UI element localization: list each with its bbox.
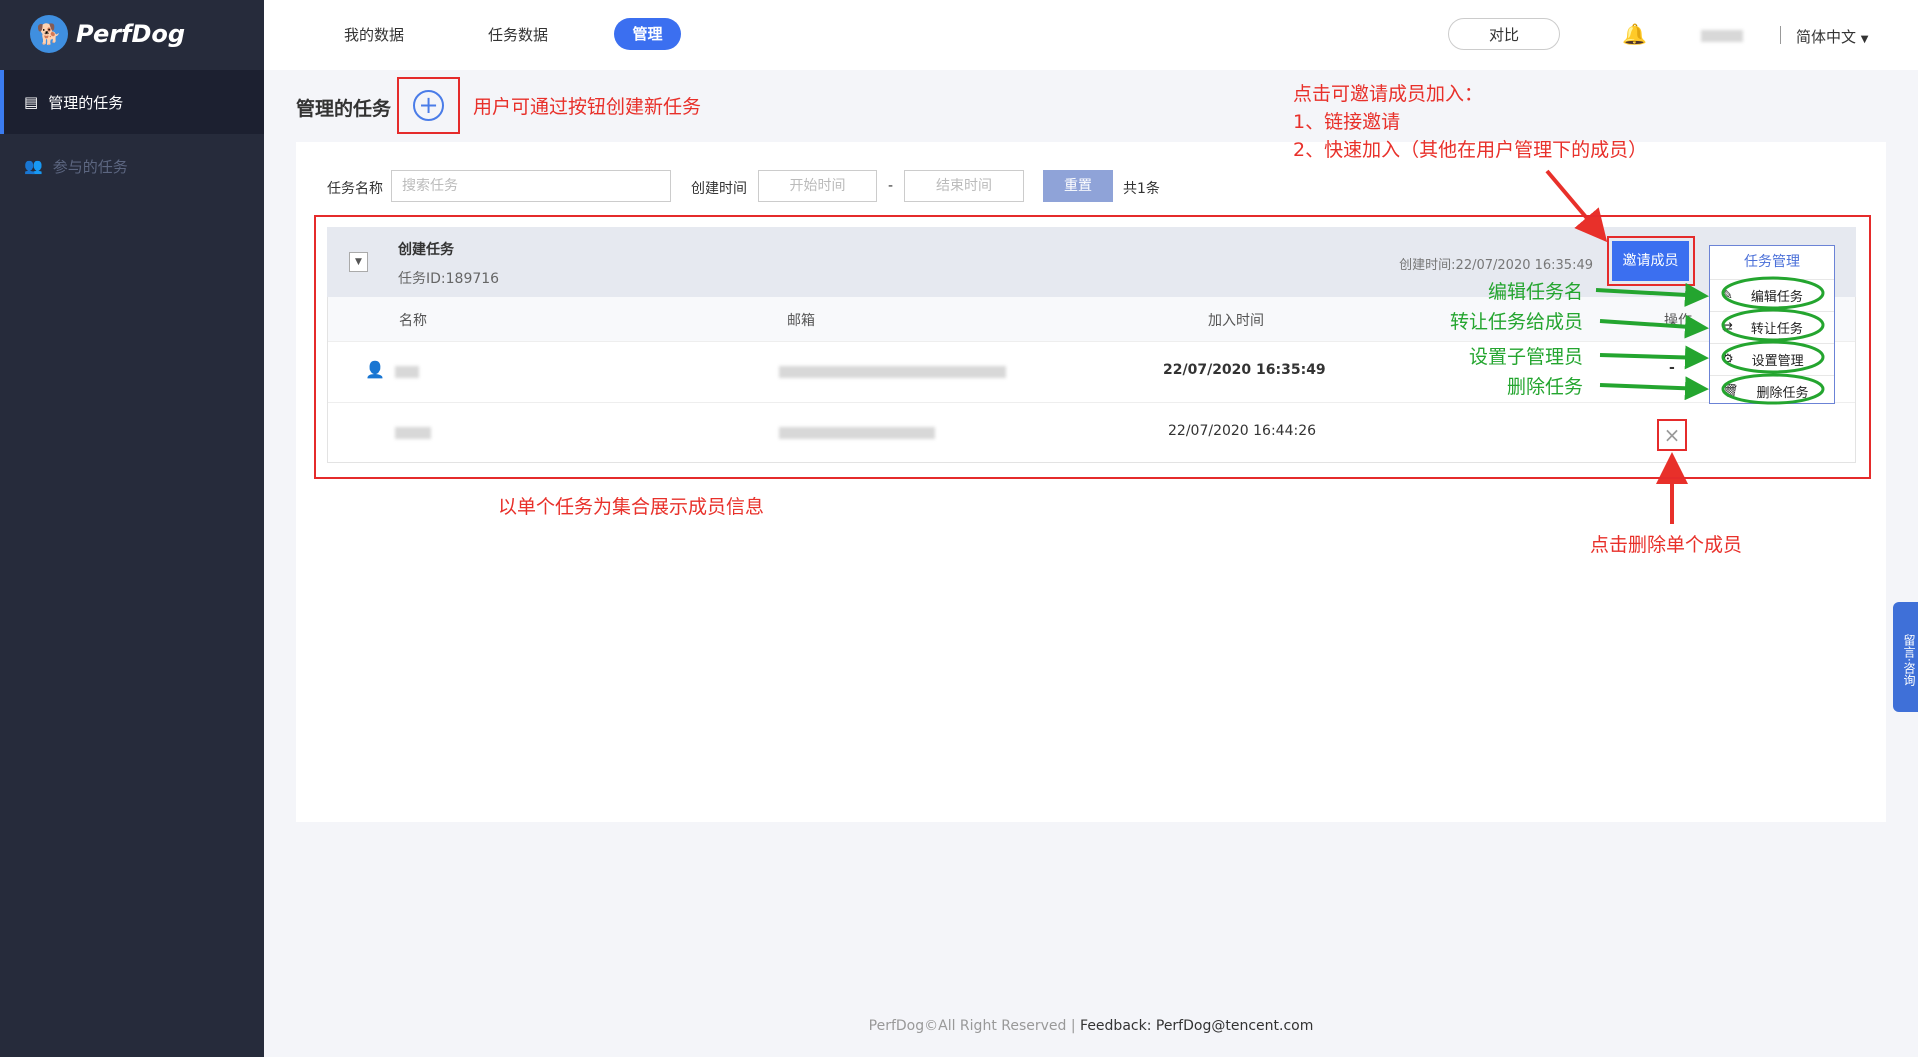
end-time-input[interactable]: 结束时间 <box>904 170 1024 202</box>
top-bar: 我的数据 任务数据 管理 对比 🔔 简体中文 ▼ <box>264 0 1918 70</box>
annotation-group: 以单个任务为集合展示成员信息 <box>498 496 765 518</box>
result-count: 共1条 <box>1123 181 1160 197</box>
sidebar: 🐕 PerfDog ▤ 管理的任务 👥 参与的任务 <box>0 0 264 1057</box>
date-dash: - <box>888 178 894 194</box>
annotation-delete-member: 点击删除单个成员 <box>1590 534 1743 556</box>
avatar[interactable] <box>1701 30 1743 42</box>
reset-button[interactable]: 重置 <box>1043 170 1113 202</box>
feedback-float-tab[interactable]: 留言·咨询 <box>1893 602 1918 712</box>
language-select[interactable]: 简体中文 ▼ <box>1796 26 1869 47</box>
compare-button[interactable]: 对比 <box>1448 18 1560 50</box>
nav-task-data[interactable]: 任务数据 <box>488 0 548 70</box>
task-list-icon: ▤ <box>24 93 39 111</box>
name-label: 任务名称 <box>327 181 383 197</box>
sidebar-item-joined-tasks[interactable]: 👥 参与的任务 <box>0 134 264 198</box>
annotation-invite: 点击可邀请成员加入： 1、链接邀请 2、快速加入（其他在用户管理下的成员） <box>1293 83 1648 161</box>
nav-manage[interactable]: 管理 <box>614 18 681 50</box>
start-time-input[interactable]: 开始时间 <box>758 170 877 202</box>
divider <box>1780 26 1781 44</box>
create-task-plus-icon[interactable]: + <box>413 90 444 121</box>
annotation-create: 用户可通过按钮创建新任务 <box>473 96 702 118</box>
logo: 🐕 PerfDog <box>30 14 185 54</box>
time-label: 创建时间 <box>691 181 747 197</box>
bell-icon[interactable]: 🔔 <box>1622 22 1647 46</box>
footer: PerfDog©All Right Reserved | Feedback: P… <box>868 1018 1314 1034</box>
feedback-link[interactable]: Feedback: PerfDog@tencent.com <box>1080 1018 1313 1034</box>
annotation-box: + <box>397 77 460 134</box>
annotation-box <box>314 215 1871 479</box>
caret-down-icon: ▼ <box>1860 34 1869 45</box>
page-title: 管理的任务 <box>296 98 392 120</box>
dog-logo-icon: 🐕 <box>30 15 68 53</box>
nav-my-data[interactable]: 我的数据 <box>344 0 404 70</box>
search-task-input[interactable]: 搜索任务 <box>391 170 671 202</box>
users-icon: 👥 <box>24 157 43 175</box>
sidebar-item-managed-tasks[interactable]: ▤ 管理的任务 <box>0 70 264 134</box>
